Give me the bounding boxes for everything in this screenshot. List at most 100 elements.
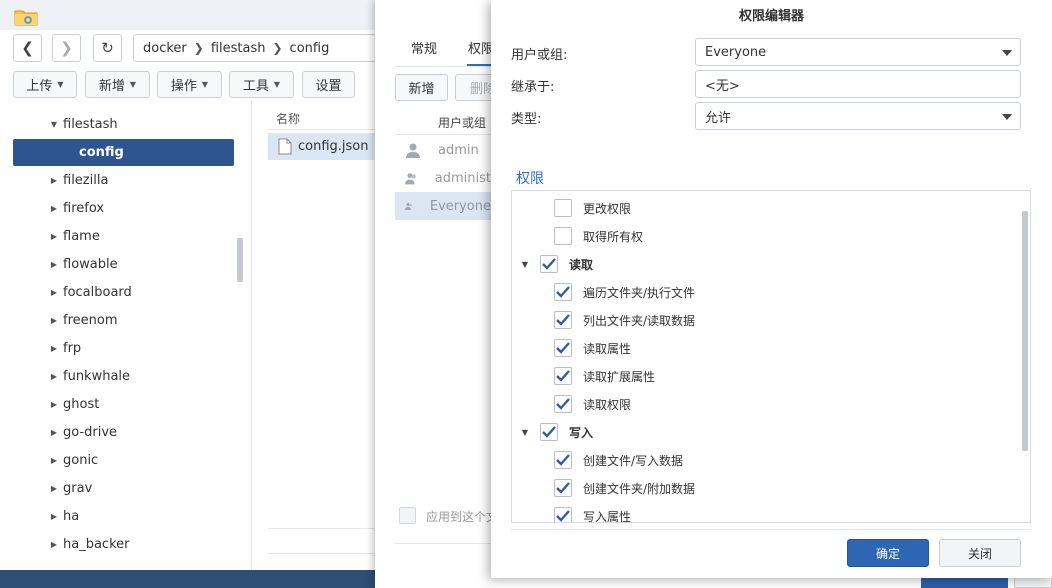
collapsed-arrow-icon[interactable]: ▶ [47, 540, 61, 549]
permission-label: 读取权限 [583, 397, 632, 412]
permission-item[interactable]: 列出文件夹/读取数据 [554, 309, 695, 331]
permission-item[interactable]: 更改权限 [554, 197, 631, 219]
tab-general[interactable]: 常规 [411, 38, 437, 57]
tools-button[interactable]: 工具 ▼ [229, 71, 294, 98]
collapsed-arrow-icon[interactable]: ▶ [47, 484, 61, 493]
breadcrumb-item[interactable]: filestash [211, 41, 266, 56]
collapsed-arrow-icon[interactable]: ▶ [47, 176, 61, 185]
refresh-icon: ↻ [101, 39, 114, 57]
tree-item-label: go-drive [63, 425, 118, 440]
permission-checkbox[interactable] [554, 311, 572, 329]
permission-checkbox[interactable] [554, 367, 572, 385]
permission-item[interactable]: 读取属性 [554, 337, 631, 359]
permission-checkbox[interactable] [554, 451, 572, 469]
add-permission-button[interactable]: 新增 [395, 74, 448, 101]
permission-item[interactable]: 读取权限 [554, 393, 631, 415]
tree-item-label: focalboard [63, 285, 132, 300]
expand-arrow-icon[interactable]: ▼ [520, 260, 530, 269]
tree-item[interactable]: ▶ filezilla [47, 167, 227, 194]
permission-checkbox[interactable] [554, 479, 572, 497]
collapsed-arrow-icon[interactable]: ▶ [47, 372, 61, 381]
path-breadcrumb[interactable]: docker ❯ filestash ❯ config [133, 34, 400, 62]
tree-item[interactable]: ▶ go-drive [47, 419, 227, 446]
folder-app-icon [14, 10, 38, 26]
permission-row[interactable]: administ [395, 164, 491, 192]
permission-row-selected[interactable]: Everyone [395, 192, 491, 220]
tools-label: 工具 [242, 79, 269, 94]
pane-divider[interactable] [251, 100, 252, 570]
caret-down-icon: ▼ [273, 80, 281, 89]
tree-item[interactable]: ▶ firefox [47, 195, 227, 222]
action-button[interactable]: 操作 ▼ [157, 71, 222, 98]
permission-group[interactable]: ▼ 写入 [520, 421, 593, 443]
collapsed-arrow-icon[interactable]: ▶ [47, 512, 61, 521]
inherit-label: 继承于: [511, 80, 555, 95]
collapsed-arrow-icon[interactable]: ▶ [47, 428, 61, 437]
permission-checkbox[interactable] [540, 255, 558, 273]
create-button[interactable]: 新增 ▼ [85, 71, 150, 98]
permission-item[interactable]: 读取扩展属性 [554, 365, 655, 387]
tree-item[interactable]: ▶ freenom [47, 307, 227, 334]
collapsed-arrow-icon[interactable]: ▶ [47, 232, 61, 241]
permission-checkbox[interactable] [554, 283, 572, 301]
close-button[interactable]: 关闭 [939, 539, 1021, 567]
collapsed-arrow-icon[interactable]: ▶ [47, 344, 61, 353]
permission-row-label: admin [438, 142, 479, 158]
permission-row[interactable]: admin [395, 136, 491, 164]
tree-item[interactable]: ▶ ha_backer [47, 531, 227, 558]
tree-item[interactable]: ▶ ghost [47, 391, 227, 418]
permission-item[interactable]: 创建文件/写入数据 [554, 449, 683, 471]
permission-checkbox[interactable] [554, 199, 572, 217]
tree-scrollbar[interactable] [237, 238, 243, 282]
tree-item-config[interactable]: config [13, 139, 234, 166]
tree-item[interactable]: ▶ flowable [47, 251, 227, 278]
permission-item[interactable]: 取得所有权 [554, 225, 643, 247]
permission-item[interactable]: 写入属性 [554, 505, 631, 522]
breadcrumb-item[interactable]: docker [143, 41, 187, 56]
tree-item-label: frp [63, 341, 82, 356]
collapsed-arrow-icon[interactable]: ▶ [47, 316, 61, 325]
user-group-column-header[interactable]: 用户或组 [395, 111, 491, 135]
collapsed-arrow-icon[interactable]: ▶ [47, 400, 61, 409]
permission-item[interactable]: 遍历文件夹/执行文件 [554, 281, 695, 303]
collapsed-arrow-icon[interactable]: ▶ [47, 204, 61, 213]
breadcrumb-item[interactable]: config [290, 41, 330, 56]
permission-checkbox[interactable] [554, 507, 572, 522]
ok-button[interactable]: 确定 [847, 539, 929, 567]
collapsed-arrow-icon[interactable]: ▶ [47, 260, 61, 269]
tree-item[interactable]: ▶ funkwhale [47, 363, 227, 390]
permission-checkbox[interactable] [554, 227, 572, 245]
upload-button[interactable]: 上传 ▼ [13, 71, 77, 98]
checkmark-icon [556, 454, 570, 466]
settings-button[interactable]: 设置 [302, 71, 355, 98]
permission-label: 读取 [569, 257, 594, 272]
tree-item[interactable]: ▶ focalboard [47, 279, 227, 306]
tree-item[interactable]: ▶ grav [47, 475, 227, 502]
apply-checkbox[interactable] [399, 507, 416, 524]
permission-checkbox[interactable] [554, 339, 572, 357]
permission-checkbox[interactable] [540, 423, 558, 441]
tree-item-label: ha [63, 509, 80, 524]
permission-checkbox[interactable] [554, 395, 572, 413]
tree-item[interactable]: ▶ gonic [47, 447, 227, 474]
permissions-scrollbar[interactable] [1022, 211, 1028, 451]
create-label: 新增 [98, 79, 125, 94]
permission-group[interactable]: ▼ 读取 [520, 253, 593, 275]
permission-item[interactable]: 创建文件夹/附加数据 [554, 477, 695, 499]
back-button[interactable]: ❮ [13, 34, 42, 62]
tree-item-filestash[interactable]: ▼ filestash [47, 111, 227, 138]
user-group-select[interactable]: Everyone [695, 38, 1021, 66]
forward-button[interactable]: ❯ [52, 34, 81, 62]
tree-item[interactable]: ▶ ha [47, 503, 227, 530]
collapsed-arrow-icon[interactable]: ▶ [47, 456, 61, 465]
dropdown-arrow-icon [1002, 114, 1012, 120]
permission-label: 取得所有权 [583, 229, 644, 244]
type-select[interactable]: 允许 [695, 102, 1021, 130]
refresh-button[interactable]: ↻ [93, 34, 122, 62]
collapsed-arrow-icon[interactable]: ▶ [47, 288, 61, 297]
expanded-arrow-icon[interactable]: ▼ [47, 120, 61, 129]
tree-item[interactable]: ▶ flame [47, 223, 227, 250]
tree-item-label: grav [63, 481, 93, 496]
tree-item[interactable]: ▶ frp [47, 335, 227, 362]
expand-arrow-icon[interactable]: ▼ [520, 428, 530, 437]
